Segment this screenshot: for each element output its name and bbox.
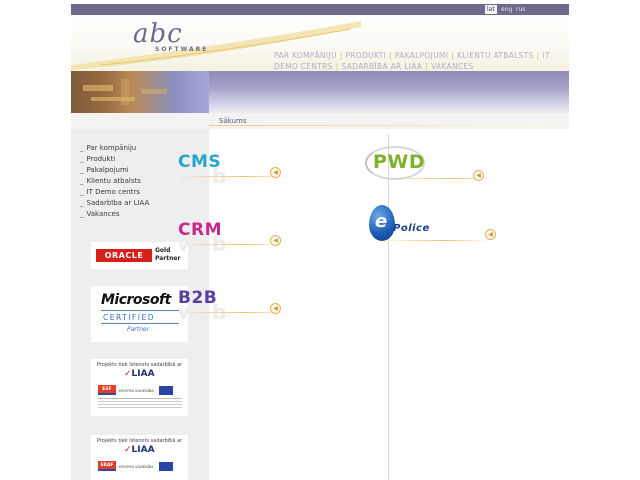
topnav-vakances[interactable]: VAKANCES <box>431 62 473 71</box>
microsoft-partner-badge[interactable]: Microsoft CERTIFIED Partner <box>91 286 188 342</box>
logo[interactable]: abc <box>133 19 183 49</box>
lang-eng-link[interactable]: eng <box>499 5 514 14</box>
arrow-left-icon: ◀ <box>473 170 484 181</box>
sidebar-item-produkti[interactable]: _ Produkti <box>80 154 149 165</box>
sidebar-item-vakances[interactable]: _ Vakances <box>80 209 149 220</box>
banner-gradient <box>209 71 569 113</box>
oracle-logo: ORACLE <box>96 249 152 262</box>
banner-photo <box>71 71 209 113</box>
lang-lat-link[interactable]: lat <box>485 5 497 14</box>
sidebar-item-pakalpojumi[interactable]: _ Pakalpojumi <box>80 165 149 176</box>
topnav-separator: | <box>335 62 339 71</box>
topnav-sadarbiba-ar-liaa[interactable]: SADARBĪBA AR LIAA <box>342 62 423 71</box>
sidebar-item-it-demo-centrs[interactable]: _ IT Demo centrs <box>80 187 149 198</box>
product-epolice-link[interactable]: e Police ◀ <box>369 205 529 253</box>
epolice-letter: e <box>375 211 388 232</box>
logo-subtitle: SOFTWARE <box>155 46 209 53</box>
arrow-left-icon: ◀ <box>485 229 496 240</box>
eu-label: EIROPAS SAVIENĪBA <box>119 389 154 393</box>
sidebar-nav: _ Par kompāniju _ Produkti _ Pakalpojumi _ K… <box>80 143 149 220</box>
liaa-header-text: Projekts tiek īstenots sadarbībā ar <box>96 438 183 444</box>
eu-label: EIROPAS SAVIENĪBA <box>119 465 154 469</box>
product-name: PWD <box>373 151 426 173</box>
liaa-eraf-badge[interactable]: Projekts tiek īstenots sadarbībā ar ✓LIA… <box>91 435 188 480</box>
eraf-logo: ERAF <box>98 461 116 471</box>
microsoft-certified-label: CERTIFIED <box>103 313 155 322</box>
sidebar-item-klientu-atbalsts[interactable]: _ Klientu atbalsts <box>80 176 149 187</box>
product-name: B2B <box>178 288 218 308</box>
sidebar-item-par-kompaniju[interactable]: _ Par kompāniju <box>80 143 149 154</box>
topnav-par-kompaniju[interactable]: PAR KOMPĀNIJU <box>274 51 337 60</box>
product-b2b-link[interactable]: web B2B ◀ <box>178 286 298 330</box>
topnav-separator: | <box>339 51 343 60</box>
breadcrumb: Sākums <box>219 117 247 125</box>
topnav-produkti[interactable]: PRODUKTI <box>346 51 386 60</box>
breadcrumb-bar: Sākums <box>71 113 569 129</box>
site-header: abc SOFTWARE PAR KOMPĀNIJU | PRODUKTI | PAKA… <box>71 15 569 71</box>
top-bar: lat eng rus <box>71 4 569 15</box>
arrow-left-icon: ◀ <box>270 167 281 178</box>
topnav-pakalpojumi[interactable]: PAKALPOJUMI <box>395 51 448 60</box>
liaa-logo: ✓LIAA <box>124 369 155 379</box>
header-banner <box>71 71 569 113</box>
product-name: Police <box>393 223 430 234</box>
oracle-partner-badge[interactable]: ORACLE Gold Partner <box>91 242 188 269</box>
eu-flag-icon <box>159 462 173 471</box>
topnav-separator: | <box>425 62 429 71</box>
eu-flag-icon <box>159 386 173 395</box>
lang-rus-link[interactable]: rus <box>514 5 527 14</box>
esf-logo: ESF <box>98 385 116 395</box>
arrow-left-icon: ◀ <box>270 303 281 314</box>
microsoft-partner-label: Partner <box>127 326 150 333</box>
liaa-header-text: Projekts tiek īstenots sadarbībā ar <box>96 362 183 368</box>
arrow-left-icon: ◀ <box>270 235 281 246</box>
oracle-partner-level: Gold Partner <box>155 247 181 262</box>
product-crm-link[interactable]: web CRM ◀ <box>178 218 298 262</box>
topnav-klientu-atbalsts[interactable]: KLIENTU ATBALSTS <box>457 51 534 60</box>
product-name: CRM <box>178 220 222 240</box>
top-navigation: PAR KOMPĀNIJU | PRODUKTI | PAKALPOJUMI | KLIEN… <box>274 50 564 71</box>
product-cms-link[interactable]: web CMS ◀ <box>178 150 298 194</box>
liaa-esf-badge[interactable]: Projekts tiek īstenots sadarbībā ar ✓LIA… <box>91 359 188 416</box>
topnav-separator: | <box>451 51 455 60</box>
sidebar-item-sadarbiba-ar-liaa[interactable]: _ Sadarbība ar LIAA <box>80 198 149 209</box>
product-name: CMS <box>178 152 222 172</box>
liaa-logo: ✓LIAA <box>124 445 155 455</box>
topnav-separator: | <box>389 51 392 60</box>
breadcrumb-divider <box>209 125 569 126</box>
liaa-fine-print <box>98 398 182 399</box>
product-pwd-link[interactable]: PWD ◀ <box>365 146 505 196</box>
microsoft-logo: Microsoft <box>101 292 171 308</box>
